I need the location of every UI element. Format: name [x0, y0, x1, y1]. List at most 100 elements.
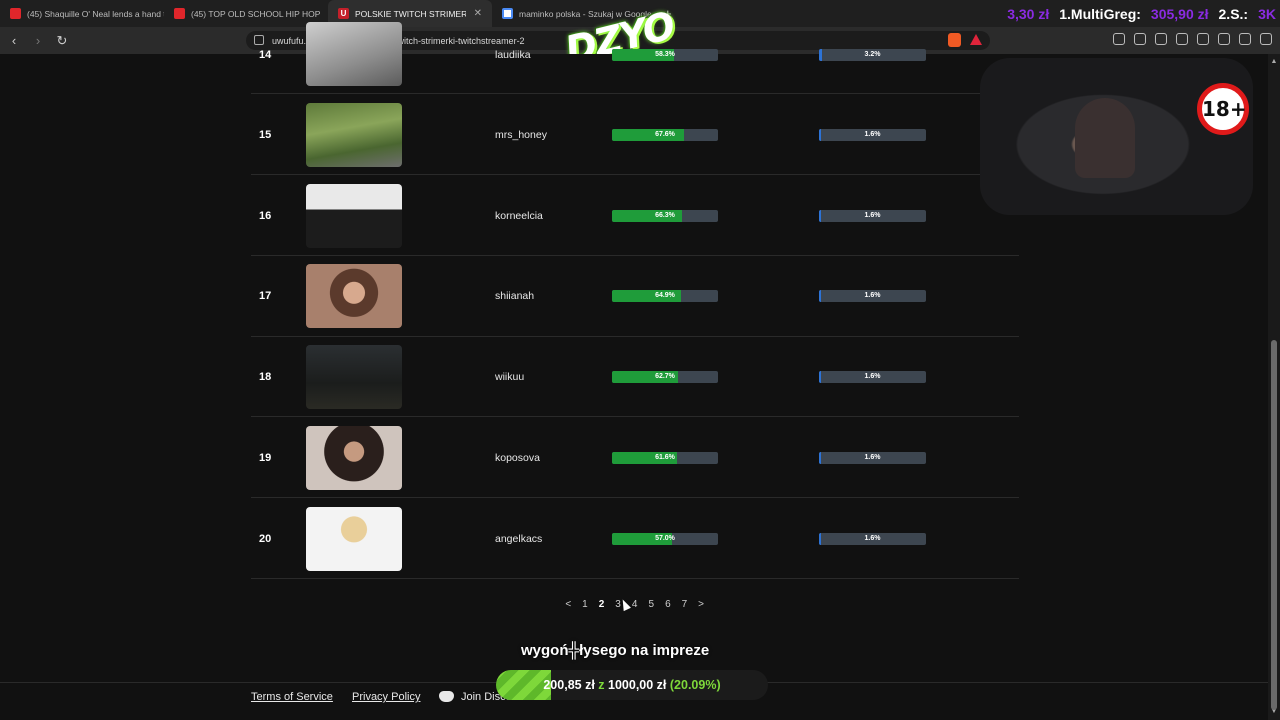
privacy-policy-link[interactable]: Privacy Policy	[352, 691, 420, 703]
streamer-name: korneelcia	[495, 210, 543, 222]
donation-separator: z	[598, 678, 605, 692]
streamer-name: koposova	[495, 452, 540, 464]
pagination-page[interactable]: 7	[676, 599, 693, 610]
media-icon[interactable]	[1155, 33, 1167, 45]
age-18-badge: 18+	[1197, 83, 1249, 135]
win-rate-bar: 58.3%	[612, 49, 718, 61]
tab-title: (45) Shaquille O' Neal lends a hand to	[27, 8, 164, 19]
win-rate-label: 58.3%	[655, 51, 675, 58]
youtube-icon	[10, 8, 21, 19]
win-rate-label: 61.6%	[655, 454, 675, 461]
pagination-prev[interactable]: <	[560, 599, 577, 610]
ranking-row: 17 shiianah 64.9% 1.6%	[251, 257, 1019, 337]
streamer-thumbnail[interactable]	[306, 345, 402, 409]
win-rate-bar: 62.7%	[612, 371, 718, 383]
reader-icon[interactable]	[1134, 33, 1146, 45]
streamer-thumbnail[interactable]	[306, 507, 402, 571]
streamer-thumbnail[interactable]	[306, 103, 402, 167]
stream-donation-ticker: 3,30 zł 1.MultiGreg: 305,90 zł 2.S.: 3K	[1007, 0, 1280, 27]
ranking-row: 15 mrs_honey 67.6% 1.6%	[251, 95, 1019, 175]
win-rate-label: 66.3%	[655, 212, 675, 219]
donation-goal-bar: 200,85 zł z 1000,00 zł (20.09%)	[496, 670, 768, 700]
wallet-icon[interactable]	[1197, 33, 1209, 45]
scroll-up-icon[interactable]: ▲	[1270, 58, 1278, 66]
win-rate-bar: 64.9%	[612, 290, 718, 302]
donation-target: 1000,00 zł	[608, 678, 667, 692]
ticker-second-amount: 3K	[1258, 5, 1276, 22]
final-rate-label: 1.6%	[864, 454, 881, 461]
extensions-icon[interactable]	[1113, 33, 1125, 45]
donation-percent: (20.09%)	[669, 678, 721, 692]
win-rate-bar: 57.0%	[612, 533, 718, 545]
ranking-row: 14 laudiika 58.3% 3.2%	[251, 14, 1019, 94]
ranking-row: 18 wiikuu 62.7% 1.6%	[251, 337, 1019, 417]
rank-number: 19	[259, 452, 272, 464]
sidebar-icon[interactable]	[1176, 33, 1188, 45]
streamer-thumbnail[interactable]	[306, 264, 402, 328]
final-rate-bar: 1.6%	[819, 210, 926, 222]
pagination-page[interactable]: 6	[660, 599, 677, 610]
pagination-page[interactable]: 1	[577, 599, 594, 610]
ticker-leader-label: 1.MultiGreg:	[1059, 5, 1141, 22]
win-rate-bar: 66.3%	[612, 210, 718, 222]
streamer-thumbnail[interactable]	[306, 184, 402, 248]
toolbar-extensions	[1113, 33, 1272, 45]
rank-number: 15	[259, 129, 272, 141]
streamer-name: wiikuu	[495, 371, 525, 383]
win-rate-label: 64.9%	[655, 292, 675, 299]
donation-goal-title: wygoń╬łysego na impreze	[521, 642, 710, 659]
back-icon[interactable]: ‹	[4, 33, 24, 48]
ranking-row: 20 angelkacs 57.0% 1.6%	[251, 499, 1019, 579]
final-rate-label: 1.6%	[864, 535, 881, 542]
pagination-next[interactable]: >	[693, 599, 710, 610]
rank-number: 14	[259, 49, 272, 61]
final-rate-label: 1.6%	[864, 373, 881, 380]
terms-of-service-link[interactable]: Terms of Service	[251, 691, 333, 703]
win-rate-bar: 67.6%	[612, 129, 718, 141]
ticker-second-label: 2.S.:	[1218, 5, 1249, 22]
vpn-icon[interactable]	[1239, 33, 1251, 45]
win-rate-bar: 61.6%	[612, 452, 718, 464]
rank-number: 20	[259, 533, 272, 545]
final-rate-label: 1.6%	[864, 292, 881, 299]
donation-current: 200,85 zł	[543, 678, 595, 692]
final-rate-bar: 1.6%	[819, 129, 926, 141]
final-rate-bar: 3.2%	[819, 49, 926, 61]
forward-icon[interactable]: ›	[28, 33, 48, 48]
scrollbar-thumb[interactable]	[1271, 340, 1277, 710]
final-rate-label: 1.6%	[864, 212, 881, 219]
ranking-row: 16 korneelcia 66.3% 1.6%	[251, 176, 1019, 256]
ticker-leader-amount: 305,90 zł	[1150, 5, 1209, 22]
streamer-name: angelkacs	[495, 533, 543, 545]
youtube-icon	[174, 8, 185, 19]
discord-icon	[439, 691, 454, 702]
final-rate-label: 3.2%	[864, 51, 881, 58]
rank-number: 17	[259, 290, 272, 302]
final-rate-bar: 1.6%	[819, 533, 926, 545]
win-rate-label: 62.7%	[655, 373, 675, 380]
pagination: < 1 2 3 4 5 6 7 >	[560, 599, 709, 610]
pagination-page[interactable]: 5	[643, 599, 660, 610]
reload-icon[interactable]: ↻	[52, 33, 72, 49]
webcam-person	[1075, 98, 1135, 178]
menu-icon[interactable]	[1260, 33, 1272, 45]
streamer-name: mrs_honey	[495, 129, 547, 141]
ranking-row: 19 koposova 61.6% 1.6%	[251, 418, 1019, 498]
final-rate-bar: 1.6%	[819, 371, 926, 383]
leo-icon[interactable]	[1218, 33, 1230, 45]
webcam-overlay	[980, 58, 1253, 215]
streamer-thumbnail[interactable]	[306, 426, 402, 490]
pagination-page-current[interactable]: 2	[593, 599, 610, 610]
rank-number: 18	[259, 371, 272, 383]
browser-tab[interactable]: (45) Shaquille O' Neal lends a hand to	[0, 0, 164, 27]
win-rate-label: 67.6%	[655, 131, 675, 138]
final-rate-label: 1.6%	[864, 131, 881, 138]
streamer-thumbnail[interactable]	[306, 22, 402, 86]
streamer-name: laudiika	[495, 49, 531, 61]
streamer-name: shiianah	[495, 290, 535, 302]
win-rate-label: 57.0%	[655, 535, 675, 542]
rank-number: 16	[259, 210, 272, 222]
final-rate-bar: 1.6%	[819, 452, 926, 464]
final-rate-bar: 1.6%	[819, 290, 926, 302]
donation-goal-text: 200,85 zł z 1000,00 zł (20.09%)	[496, 670, 768, 700]
